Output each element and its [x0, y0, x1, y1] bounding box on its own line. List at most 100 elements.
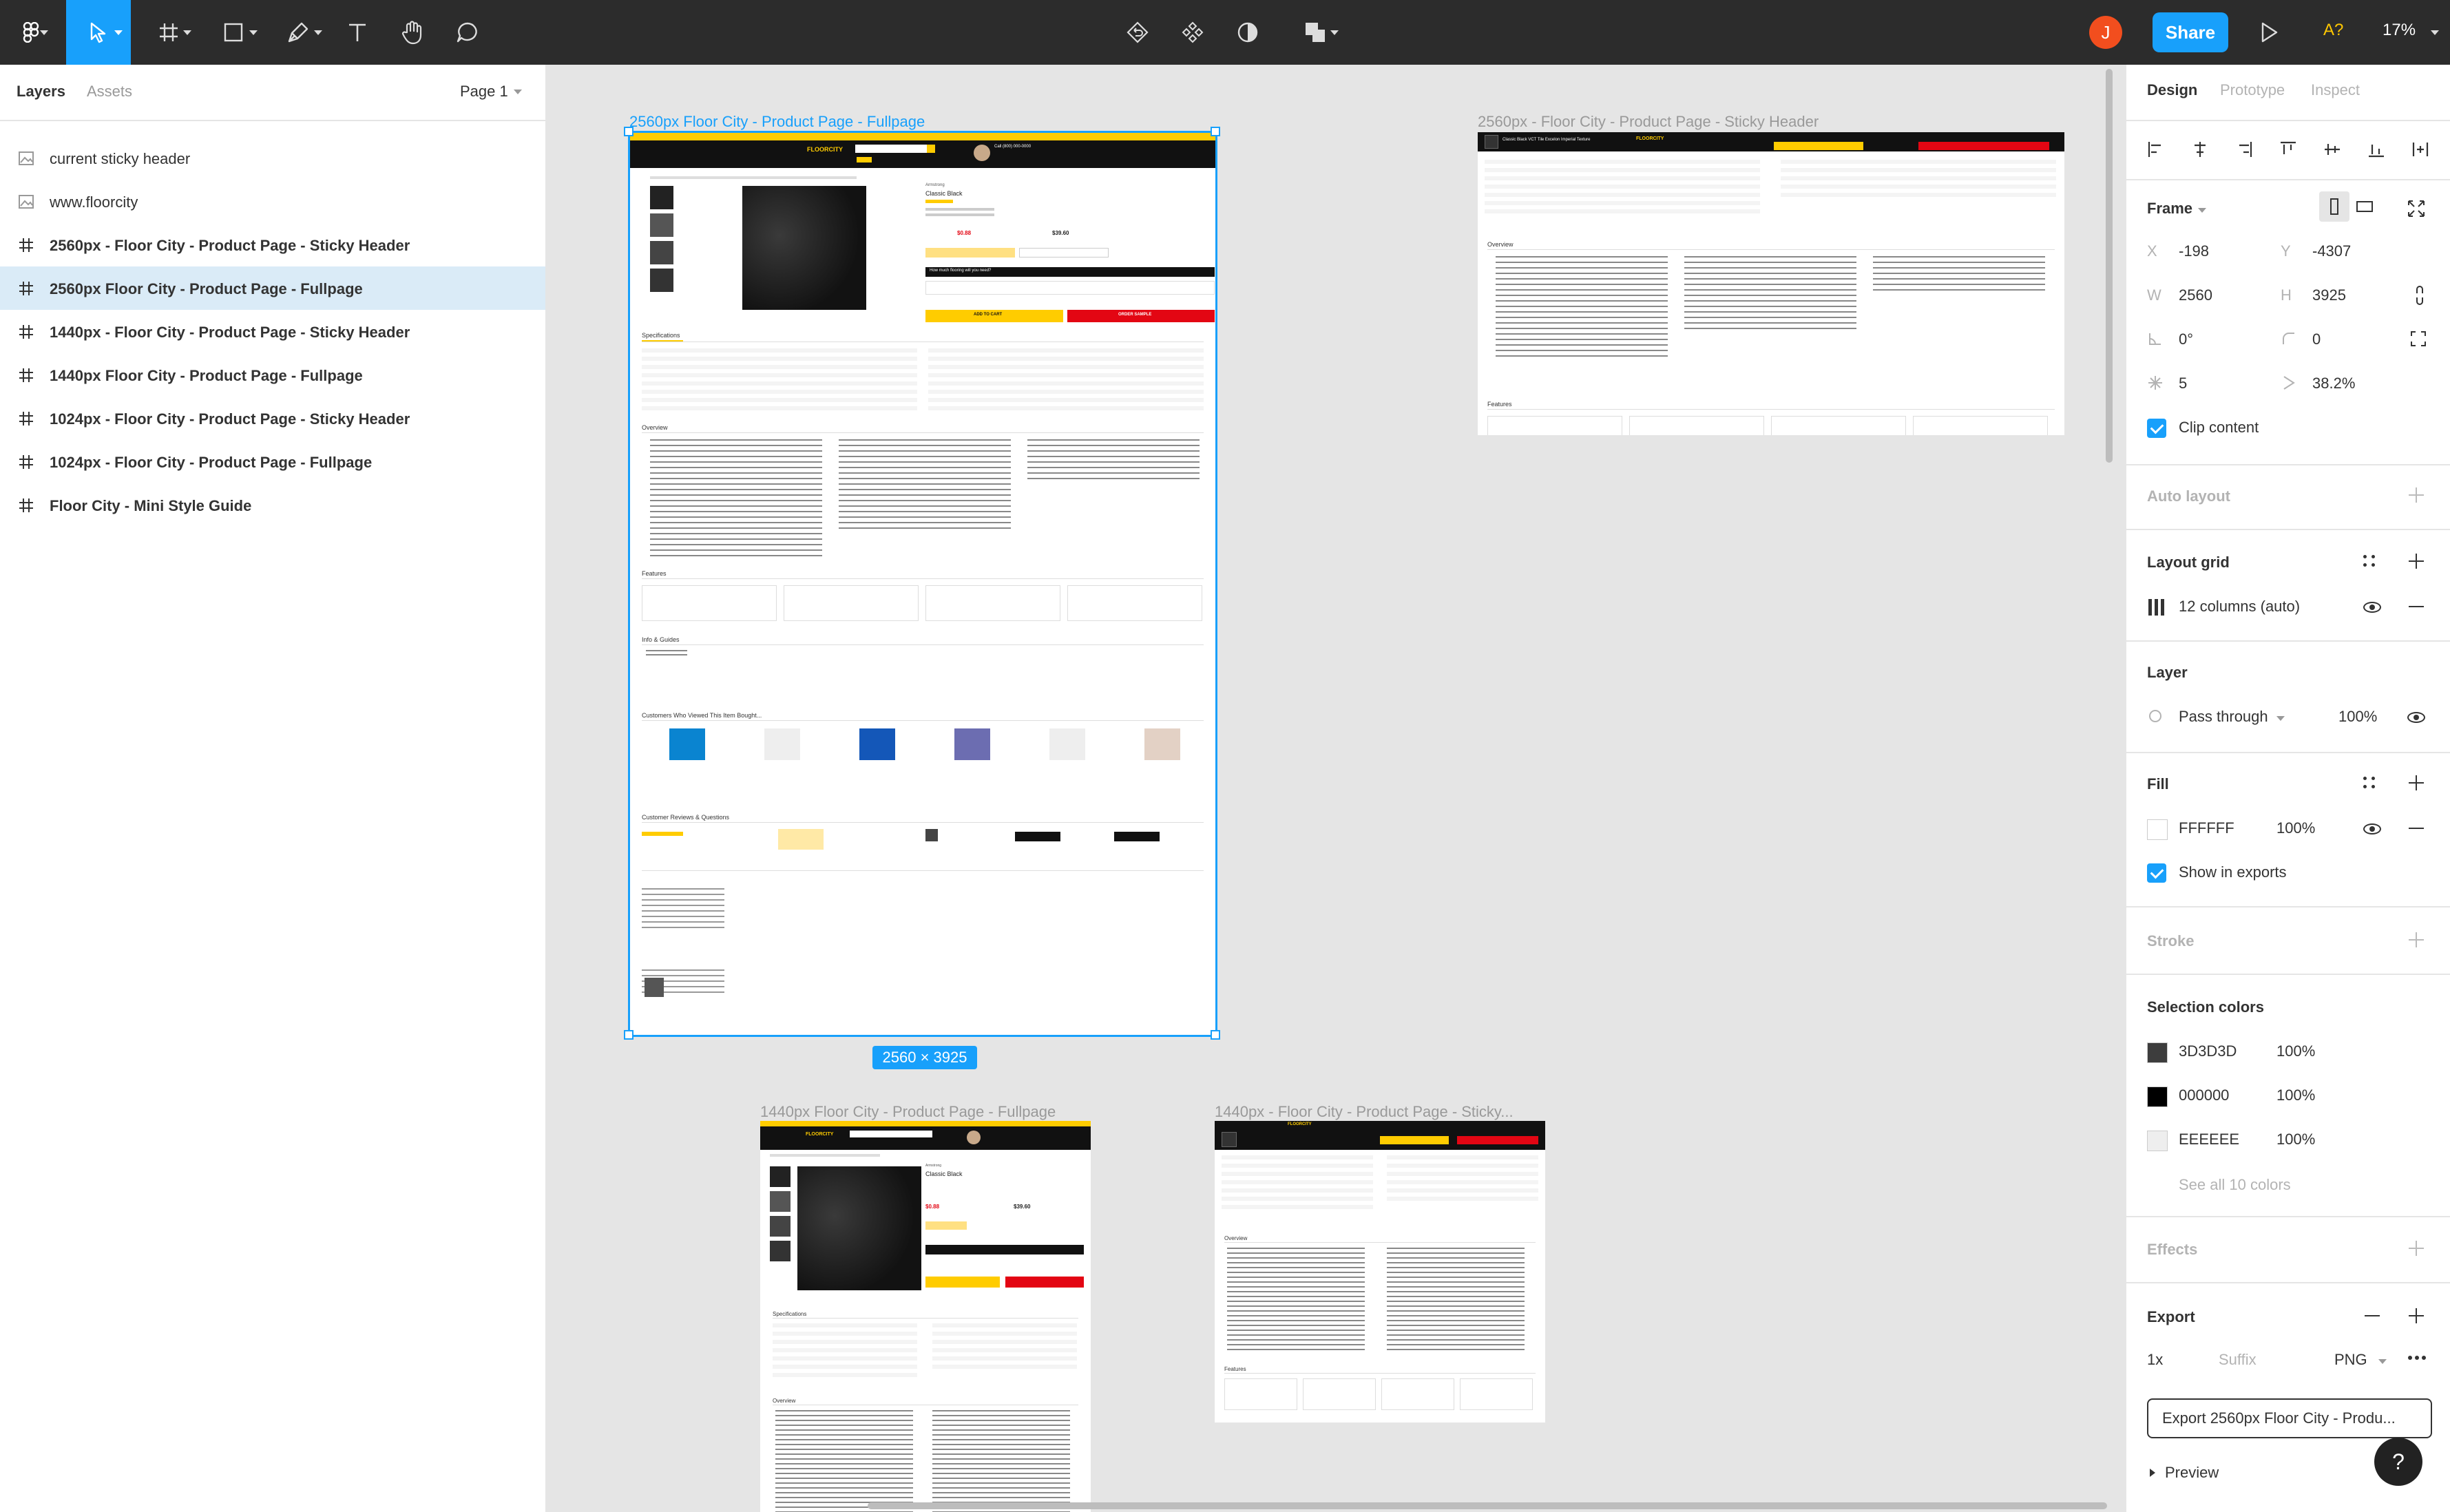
export-format-select[interactable]: PNG	[2334, 1351, 2367, 1369]
add-layout-grid-icon[interactable]	[2409, 554, 2424, 569]
color-swatch[interactable]	[2147, 1042, 2168, 1063]
landscape-icon[interactable]	[2356, 201, 2373, 212]
ratio-input[interactable]: 38.2%	[2312, 375, 2355, 392]
align-horizontal-center-icon[interactable]	[2191, 140, 2209, 158]
add-auto-layout-icon[interactable]	[2409, 487, 2424, 503]
resize-handle[interactable]	[624, 1030, 634, 1040]
frame-tool[interactable]	[142, 0, 196, 65]
x-input[interactable]: -198	[2179, 242, 2209, 260]
missing-fonts-badge[interactable]: A?	[2323, 21, 2343, 40]
color-swatch[interactable]	[2147, 1131, 2168, 1151]
comment-tool[interactable]	[450, 0, 485, 65]
frame-section-title[interactable]: Frame	[2147, 200, 2192, 218]
eye-icon[interactable]	[2407, 712, 2425, 723]
color-opacity[interactable]: 100%	[2276, 1086, 2315, 1104]
main-menu-button[interactable]	[0, 0, 62, 65]
layer-row[interactable]: 1024px - Floor City - Product Page - Sti…	[0, 397, 545, 441]
color-hex[interactable]: 3D3D3D	[2179, 1042, 2237, 1060]
frame-fullpage-2560[interactable]: FLOORCITY Call (800) 000-0000 Armstrong …	[629, 132, 1216, 1036]
fill-styles-icon[interactable]	[2363, 777, 2377, 790]
text-tool[interactable]	[340, 0, 375, 65]
fill-swatch[interactable]	[2147, 819, 2168, 840]
present-button[interactable]	[2257, 19, 2281, 49]
frame-label-fullpage-1440[interactable]: 1440px Floor City - Product Page - Fullp…	[760, 1103, 1056, 1121]
distribute-icon[interactable]	[2411, 140, 2429, 158]
align-top-icon[interactable]	[2279, 140, 2297, 158]
independent-corners-icon[interactable]	[2410, 330, 2427, 347]
frame-label-fullpage-2560[interactable]: 2560px Floor City - Product Page - Fullp…	[629, 113, 925, 131]
w-input[interactable]: 2560	[2179, 286, 2212, 304]
preview-toggle[interactable]: Preview	[2165, 1464, 2219, 1482]
remove-fill-icon[interactable]	[2409, 828, 2424, 829]
align-right-icon[interactable]	[2235, 140, 2253, 158]
tab-inspect[interactable]: Inspect	[2311, 81, 2360, 99]
show-in-exports-checkbox[interactable]	[2147, 863, 2166, 883]
fill-opacity-input[interactable]: 100%	[2276, 819, 2315, 837]
resize-to-fit-icon[interactable]	[2407, 200, 2425, 218]
pen-tool[interactable]	[271, 0, 325, 65]
remove-export-icon[interactable]	[2365, 1315, 2380, 1316]
frame-label-sticky-2560[interactable]: 2560px - Floor City - Product Page - Sti…	[1478, 113, 1819, 131]
zoom-level[interactable]: 17%	[2383, 21, 2416, 40]
add-effect-icon[interactable]	[2409, 1241, 2424, 1256]
move-tool[interactable]	[66, 0, 131, 65]
layer-row[interactable]: current sticky header	[0, 136, 545, 180]
h-input[interactable]: 3925	[2312, 286, 2346, 304]
layer-row[interactable]: www.floorcity	[0, 180, 545, 224]
component-reset-button[interactable]	[1122, 0, 1153, 65]
resize-handle[interactable]	[624, 127, 634, 136]
align-left-icon[interactable]	[2147, 140, 2165, 158]
frame-sticky-2560[interactable]: Classic Black VCT Tile Excelon Imperial …	[1478, 132, 2064, 435]
fill-hex-input[interactable]: FFFFFF	[2179, 819, 2234, 837]
y-input[interactable]: -4307	[2312, 242, 2351, 260]
layer-row[interactable]: 1024px - Floor City - Product Page - Ful…	[0, 440, 545, 484]
layer-row[interactable]: Floor City - Mini Style Guide	[0, 483, 545, 527]
tab-assets[interactable]: Assets	[87, 83, 132, 101]
tab-design[interactable]: Design	[2147, 81, 2197, 99]
add-fill-icon[interactable]	[2409, 775, 2424, 790]
frame-label-sticky-1440[interactable]: 1440px - Floor City - Product Page - Sti…	[1215, 1103, 1514, 1121]
blend-mode-select[interactable]: Pass through	[2179, 708, 2268, 726]
grid-styles-icon[interactable]	[2363, 555, 2377, 569]
layer-row[interactable]: 1440px Floor City - Product Page - Fullp…	[0, 353, 545, 397]
layer-row[interactable]: 2560px Floor City - Product Page - Fullp…	[0, 266, 545, 311]
more-options-icon[interactable]	[2407, 1355, 2427, 1361]
remove-grid-icon[interactable]	[2409, 606, 2424, 607]
mask-button[interactable]	[1233, 0, 1263, 65]
eye-icon[interactable]	[2363, 602, 2381, 613]
star-count-input[interactable]: 5	[2179, 375, 2187, 392]
color-swatch[interactable]	[2147, 1086, 2168, 1107]
page-selector[interactable]: Page 1	[460, 83, 508, 101]
boolean-ops-button[interactable]	[1289, 0, 1341, 65]
create-component-button[interactable]	[1177, 0, 1208, 65]
resize-handle[interactable]	[1211, 1030, 1220, 1040]
constrain-proportions-icon[interactable]	[2414, 285, 2425, 306]
layer-row[interactable]: 1440px - Floor City - Product Page - Sti…	[0, 310, 545, 354]
frame-sticky-1440[interactable]: FLOORCITY Overview Features	[1215, 1121, 1545, 1422]
resize-handle[interactable]	[1211, 127, 1220, 136]
clip-content-checkbox[interactable]	[2147, 419, 2166, 438]
eye-icon[interactable]	[2363, 823, 2381, 834]
corner-radius-input[interactable]: 0	[2312, 330, 2321, 348]
canvas[interactable]: 2560px Floor City - Product Page - Fullp…	[548, 65, 2125, 1512]
canvas-horizontal-scrollbar[interactable]	[868, 1502, 2107, 1509]
portrait-toggle[interactable]	[2319, 191, 2349, 222]
frame-fullpage-1440[interactable]: FLOORCITY Armstrong Classic Black $0.88 …	[760, 1121, 1091, 1512]
color-opacity[interactable]: 100%	[2276, 1131, 2315, 1148]
user-avatar[interactable]: J	[2089, 16, 2122, 49]
color-hex[interactable]: 000000	[2179, 1086, 2229, 1104]
layer-row[interactable]: 2560px - Floor City - Product Page - Sti…	[0, 223, 545, 267]
tab-prototype[interactable]: Prototype	[2220, 81, 2285, 99]
align-bottom-icon[interactable]	[2367, 140, 2385, 158]
align-vertical-center-icon[interactable]	[2323, 140, 2341, 158]
add-stroke-icon[interactable]	[2409, 932, 2424, 947]
color-opacity[interactable]: 100%	[2276, 1042, 2315, 1060]
canvas-vertical-scrollbar[interactable]	[2106, 69, 2113, 463]
rotation-input[interactable]: 0°	[2179, 330, 2193, 348]
export-button[interactable]: Export 2560px Floor City - Produ...	[2147, 1398, 2432, 1438]
columns-grid-icon[interactable]	[2147, 598, 2166, 617]
share-button[interactable]: Share	[2153, 12, 2228, 52]
export-scale-select[interactable]: 1x	[2147, 1351, 2163, 1369]
color-hex[interactable]: EEEEEE	[2179, 1131, 2239, 1148]
layer-opacity-input[interactable]: 100%	[2338, 708, 2377, 726]
